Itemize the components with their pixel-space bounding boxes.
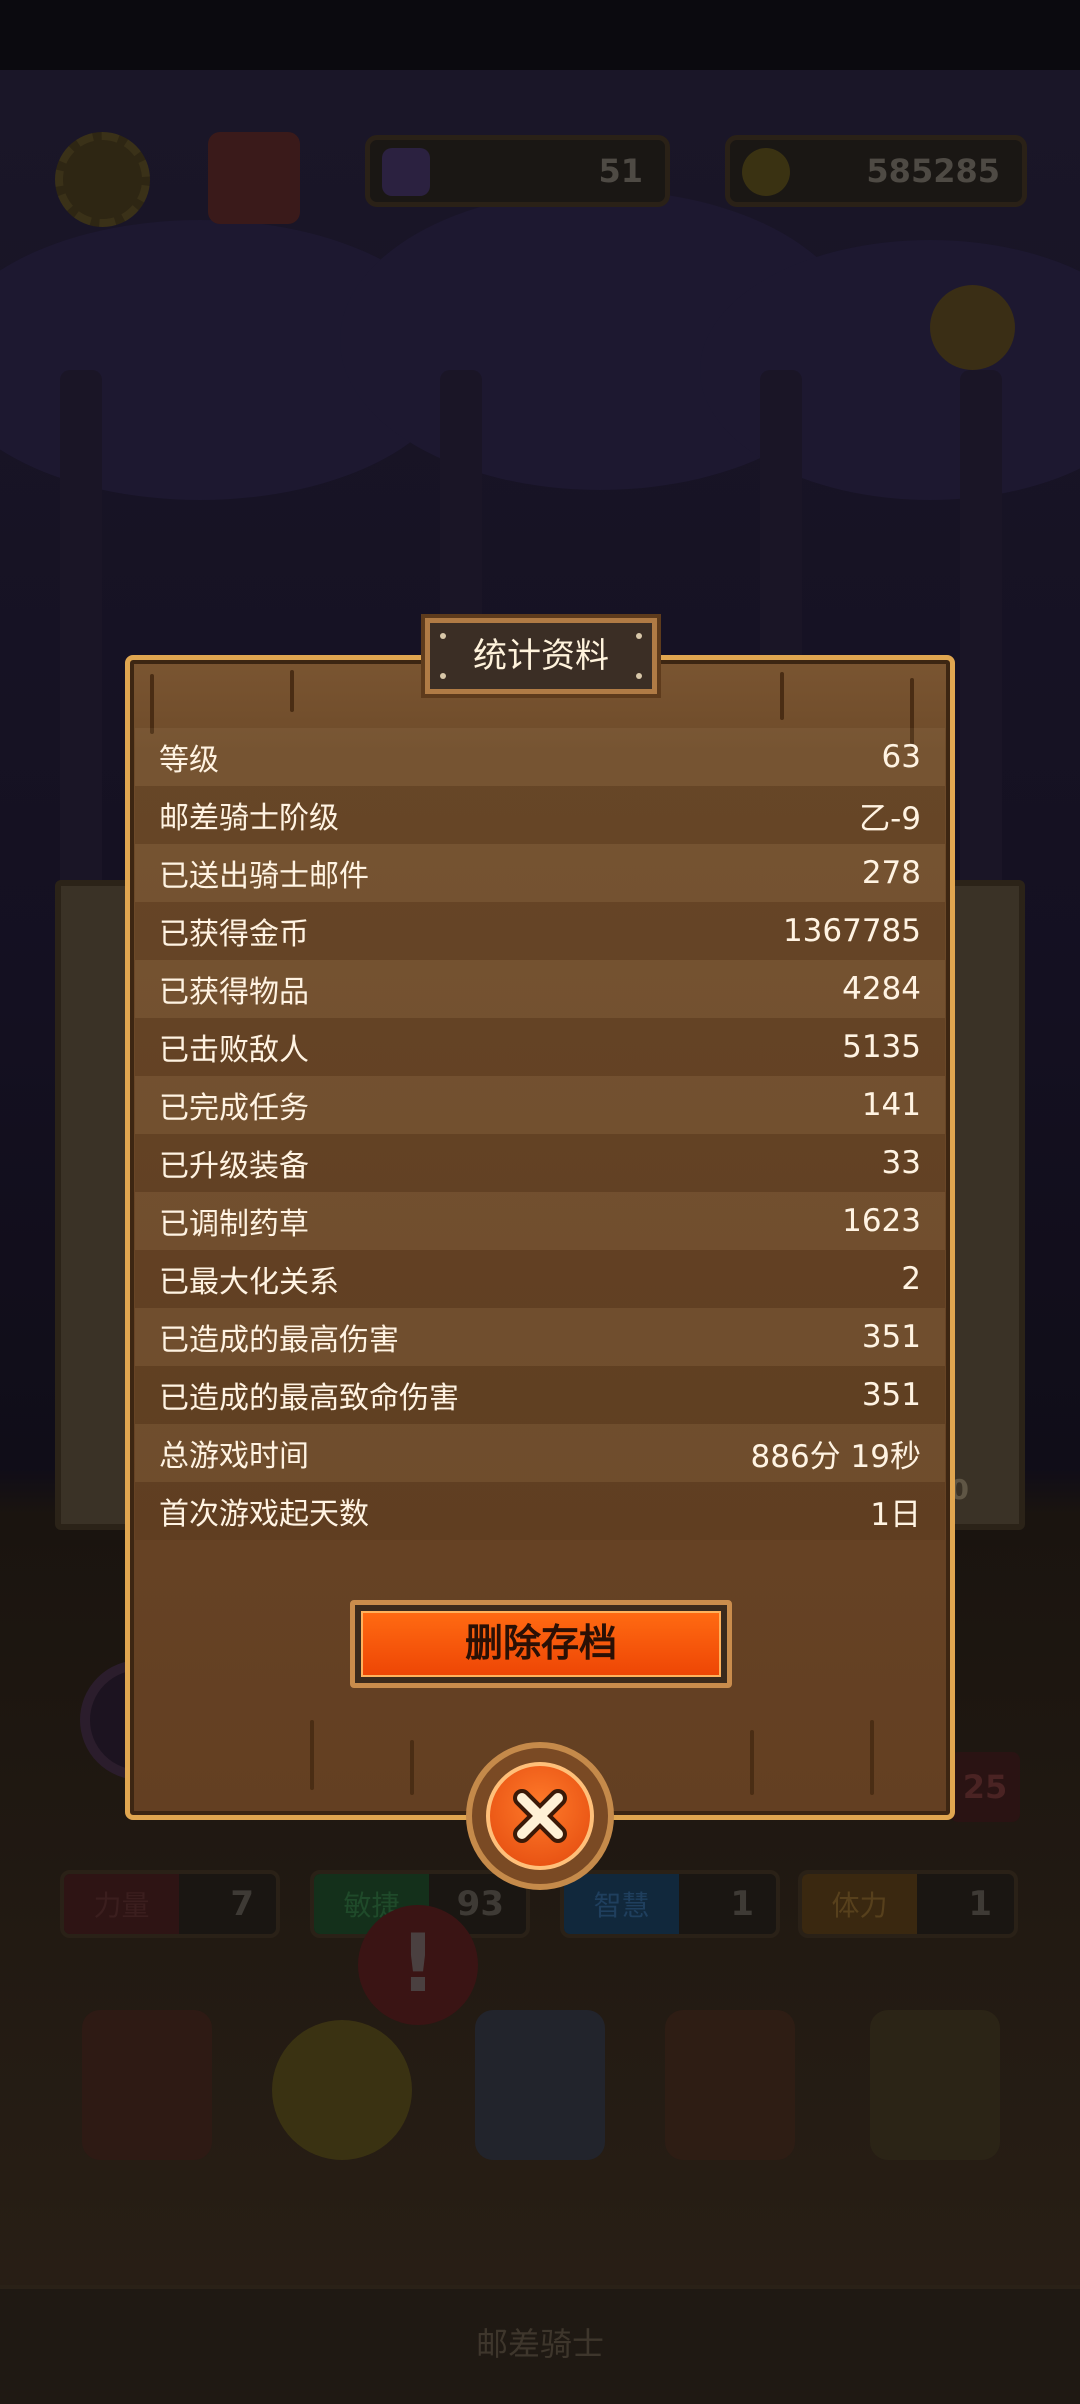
gem-count: 51 bbox=[598, 152, 643, 190]
row-label: 首次游戏起天数 bbox=[159, 1497, 369, 1532]
row-label: 已击败敌人 bbox=[159, 1033, 309, 1068]
stat-row: 已造成的最高致命伤害 351 bbox=[135, 1366, 945, 1424]
stat-value: 1 bbox=[968, 1884, 992, 1924]
gold-coin-icon bbox=[742, 148, 790, 196]
row-value: 351 bbox=[861, 1319, 921, 1355]
row-value: 351 bbox=[861, 1377, 921, 1413]
row-label: 已完成任务 bbox=[159, 1091, 309, 1126]
row-value: 141 bbox=[861, 1087, 921, 1123]
row-label: 已最大化关系 bbox=[159, 1265, 339, 1300]
row-label: 邮差骑士阶级 bbox=[159, 801, 339, 836]
stat-row: 已送出骑士邮件 278 bbox=[135, 844, 945, 902]
stat-row: 已获得物品 4284 bbox=[135, 960, 945, 1018]
stat-stamina: 体力 1 bbox=[798, 1870, 1018, 1938]
stat-row: 已最大化关系 2 bbox=[135, 1250, 945, 1308]
stat-label: 体力 bbox=[802, 1874, 917, 1934]
row-label: 等级 bbox=[159, 743, 219, 778]
close-button[interactable] bbox=[466, 1742, 614, 1890]
dialog-title: 统计资料 bbox=[425, 618, 657, 694]
row-value: 1367785 bbox=[782, 913, 921, 949]
gem-icon bbox=[382, 148, 430, 196]
bottom-tab-postknight[interactable]: 邮差骑士 bbox=[0, 2285, 1080, 2404]
stat-row: 已升级装备 33 bbox=[135, 1134, 945, 1192]
stats-list: 等级 63 邮差骑士阶级 乙-9 已送出骑士邮件 278 已获得金币 1367785 已… bbox=[135, 728, 945, 1540]
side-badge: 25 bbox=[950, 1752, 1020, 1822]
row-label: 已造成的最高致命伤害 bbox=[159, 1381, 459, 1416]
stat-row: 已造成的最高伤害 351 bbox=[135, 1308, 945, 1366]
gold-count: 585285 bbox=[866, 152, 1000, 190]
row-label: 已送出骑士邮件 bbox=[159, 859, 369, 894]
stat-row: 邮差骑士阶级 乙-9 bbox=[135, 786, 945, 844]
row-label: 已升级装备 bbox=[159, 1149, 309, 1184]
close-icon bbox=[486, 1762, 594, 1870]
journal-book-icon[interactable] bbox=[82, 2010, 212, 2160]
stat-wisdom: 智慧 1 bbox=[560, 1870, 780, 1938]
stat-row: 已击败敌人 5135 bbox=[135, 1018, 945, 1076]
row-value: 5135 bbox=[842, 1029, 921, 1065]
loot-bag-icon[interactable] bbox=[930, 285, 1015, 370]
stat-row: 总游戏时间 886分 19秒 bbox=[135, 1424, 945, 1482]
stat-label: 力量 bbox=[64, 1874, 179, 1934]
stat-label: 智慧 bbox=[564, 1874, 679, 1934]
stat-strength: 力量 7 bbox=[60, 1870, 280, 1938]
stat-row: 已获得金币 1367785 bbox=[135, 902, 945, 960]
treasure-bag-icon[interactable] bbox=[870, 2010, 1000, 2160]
alert-icon: ! bbox=[358, 1905, 478, 2025]
row-label: 已获得物品 bbox=[159, 975, 309, 1010]
stat-value: 1 bbox=[730, 1884, 754, 1924]
row-label: 已获得金币 bbox=[159, 917, 309, 952]
row-value: 4284 bbox=[842, 971, 921, 1007]
card-deck-icon[interactable] bbox=[475, 2010, 605, 2160]
row-label: 总游戏时间 bbox=[159, 1439, 309, 1474]
row-value: 886分 19秒 bbox=[750, 1438, 921, 1475]
gold-counter[interactable]: 585285 bbox=[725, 135, 1027, 207]
star-medal-icon[interactable] bbox=[272, 2020, 412, 2160]
row-value: 278 bbox=[861, 855, 921, 891]
row-label: 已造成的最高伤害 bbox=[159, 1323, 399, 1358]
stat-row: 已调制药草 1623 bbox=[135, 1192, 945, 1250]
delete-save-label: 删除存档 bbox=[361, 1611, 721, 1677]
stat-row: 已完成任务 141 bbox=[135, 1076, 945, 1134]
delete-save-button[interactable]: 删除存档 bbox=[350, 1600, 732, 1688]
dialog-title-text: 统计资料 bbox=[473, 636, 609, 676]
gift-icon[interactable] bbox=[208, 132, 300, 224]
row-value: 乙-9 bbox=[859, 800, 921, 837]
gem-counter[interactable]: 51 bbox=[365, 135, 670, 207]
row-label: 已调制药草 bbox=[159, 1207, 309, 1242]
row-value: 33 bbox=[881, 1145, 921, 1181]
settings-gear-icon[interactable] bbox=[55, 132, 150, 227]
row-value: 1623 bbox=[842, 1203, 921, 1239]
stat-row: 等级 63 bbox=[135, 728, 945, 786]
row-value: 1日 bbox=[870, 1496, 921, 1533]
stat-value: 93 bbox=[456, 1884, 504, 1924]
row-value: 2 bbox=[901, 1261, 921, 1297]
backpack-potion-icon[interactable] bbox=[665, 2010, 795, 2160]
row-value: 63 bbox=[881, 739, 921, 775]
stat-value: 7 bbox=[230, 1884, 254, 1924]
stat-row: 首次游戏起天数 1日 bbox=[135, 1482, 945, 1540]
